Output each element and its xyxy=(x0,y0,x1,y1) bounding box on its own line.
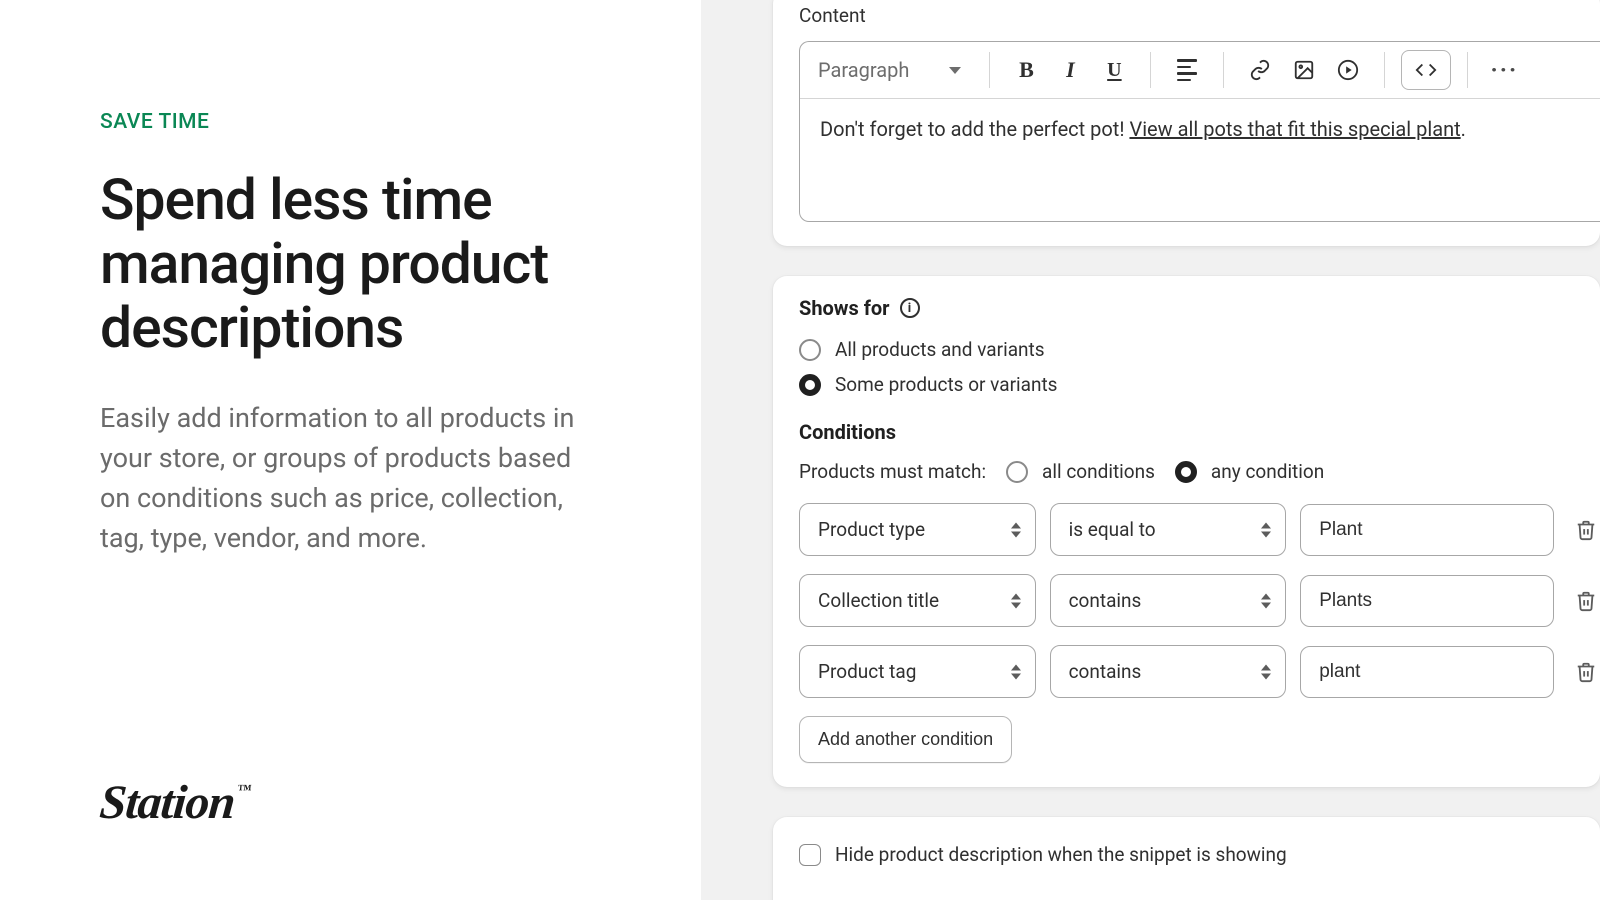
condition-field-select[interactable]: Product type xyxy=(799,503,1036,556)
radio-some-label: Some products or variants xyxy=(835,373,1058,396)
hide-description-checkbox-row[interactable]: Hide product description when the snippe… xyxy=(799,843,1600,866)
info-icon[interactable]: i xyxy=(900,298,920,318)
editor-link[interactable]: View all pots that fit this special plan… xyxy=(1129,117,1460,141)
toolbar-divider xyxy=(1467,52,1468,88)
align-left-icon xyxy=(1177,59,1197,81)
conditions-heading: Conditions xyxy=(799,420,1600,444)
image-icon xyxy=(1293,59,1315,81)
headline: Spend less time managing product descrip… xyxy=(100,168,600,359)
updown-icon xyxy=(1011,664,1021,679)
station-logo: Station™ xyxy=(98,775,250,830)
editor-text-tail: . xyxy=(1461,117,1466,141)
trash-icon xyxy=(1575,519,1597,541)
updown-icon xyxy=(1261,664,1271,679)
subheadline: Easily add information to all products i… xyxy=(100,399,600,558)
editor-content-area[interactable]: Don't forget to add the perfect pot! Vie… xyxy=(800,99,1600,221)
hide-description-card: Hide product description when the snippe… xyxy=(773,817,1600,900)
condition-operator-select[interactable]: contains xyxy=(1050,645,1287,698)
delete-condition-button[interactable] xyxy=(1572,587,1600,615)
link-button[interactable] xyxy=(1240,50,1280,90)
condition-row: Product tag contains xyxy=(799,645,1600,698)
marketing-copy-panel: SAVE TIME Spend less time managing produ… xyxy=(0,0,700,900)
play-circle-icon xyxy=(1337,59,1359,81)
app-preview-panel: Content Paragraph B I U xyxy=(700,0,1600,900)
updown-icon xyxy=(1011,593,1021,608)
condition-value-input[interactable] xyxy=(1300,504,1554,556)
condition-field-value: Product type xyxy=(818,518,925,541)
delete-condition-button[interactable] xyxy=(1572,516,1600,544)
radio-icon xyxy=(799,339,821,361)
radio-some-products[interactable]: Some products or variants xyxy=(799,373,1600,396)
condition-row: Collection title contains xyxy=(799,574,1600,627)
radio-match-all[interactable]: all conditions xyxy=(1006,460,1155,483)
editor-text: Don't forget to add the perfect pot! xyxy=(820,117,1129,141)
condition-op-value: contains xyxy=(1069,660,1142,683)
delete-condition-button[interactable] xyxy=(1572,658,1600,686)
video-button[interactable] xyxy=(1328,50,1368,90)
condition-field-select[interactable]: Collection title xyxy=(799,574,1036,627)
condition-field-select[interactable]: Product tag xyxy=(799,645,1036,698)
radio-match-any[interactable]: any condition xyxy=(1175,460,1324,483)
image-button[interactable] xyxy=(1284,50,1324,90)
bold-button[interactable]: B xyxy=(1006,50,1046,90)
radio-icon xyxy=(799,374,821,396)
condition-field-value: Collection title xyxy=(818,589,939,612)
editor-toolbar: Paragraph B I U xyxy=(800,42,1600,99)
condition-operator-select[interactable]: contains xyxy=(1050,574,1287,627)
match-any-label: any condition xyxy=(1211,460,1324,483)
match-all-label: all conditions xyxy=(1042,460,1155,483)
condition-row: Product type is equal to xyxy=(799,503,1600,556)
condition-field-value: Product tag xyxy=(818,660,916,683)
shows-for-title: Shows for xyxy=(799,296,890,320)
toolbar-divider xyxy=(1150,52,1151,88)
rich-text-editor: Paragraph B I U xyxy=(799,41,1600,222)
trash-icon xyxy=(1575,661,1597,683)
content-section-label: Content xyxy=(799,4,1600,27)
toolbar-divider xyxy=(1223,52,1224,88)
italic-button[interactable]: I xyxy=(1050,50,1090,90)
condition-op-value: is equal to xyxy=(1069,518,1156,541)
updown-icon xyxy=(1261,593,1271,608)
trash-icon xyxy=(1575,590,1597,612)
align-button[interactable] xyxy=(1167,50,1207,90)
toolbar-divider xyxy=(989,52,990,88)
chevron-down-icon xyxy=(949,67,961,74)
radio-icon xyxy=(1175,461,1197,483)
underline-button[interactable]: U xyxy=(1094,50,1134,90)
match-label: Products must match: xyxy=(799,460,986,483)
format-select[interactable]: Paragraph xyxy=(814,52,973,88)
condition-value-input[interactable] xyxy=(1300,646,1554,698)
radio-icon xyxy=(1006,461,1028,483)
more-button[interactable]: ··· xyxy=(1484,50,1524,90)
code-view-button[interactable] xyxy=(1401,50,1451,90)
checkbox-icon xyxy=(799,844,821,866)
condition-operator-select[interactable]: is equal to xyxy=(1050,503,1287,556)
toolbar-divider xyxy=(1384,52,1385,88)
code-icon xyxy=(1415,59,1437,81)
add-condition-button[interactable]: Add another condition xyxy=(799,716,1012,763)
more-icon: ··· xyxy=(1491,56,1519,84)
updown-icon xyxy=(1011,522,1021,537)
radio-all-products[interactable]: All products and variants xyxy=(799,338,1600,361)
format-select-label: Paragraph xyxy=(818,58,909,82)
hide-description-label: Hide product description when the snippe… xyxy=(835,843,1287,866)
content-card: Content Paragraph B I U xyxy=(773,0,1600,246)
kicker-label: SAVE TIME xyxy=(100,110,600,134)
condition-op-value: contains xyxy=(1069,589,1142,612)
link-icon xyxy=(1249,59,1271,81)
shows-for-card: Shows for i All products and variants So… xyxy=(773,276,1600,787)
radio-all-label: All products and variants xyxy=(835,338,1045,361)
match-mode-row: Products must match: all conditions any … xyxy=(799,460,1600,483)
condition-value-input[interactable] xyxy=(1300,575,1554,627)
updown-icon xyxy=(1261,522,1271,537)
